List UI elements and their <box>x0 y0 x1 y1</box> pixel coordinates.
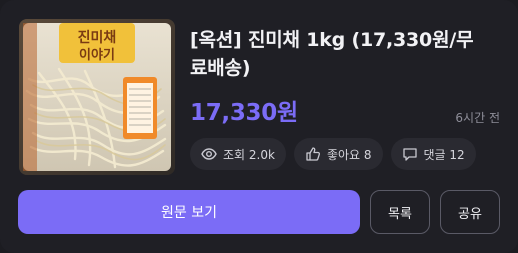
share-button[interactable]: 공유 <box>440 190 500 234</box>
svg-text:진미채: 진미채 <box>78 29 117 46</box>
thumbs-up-icon <box>306 147 320 161</box>
list-button[interactable]: 목록 <box>370 190 430 234</box>
product-thumbnail[interactable]: 진미채 이야기 <box>19 19 175 175</box>
view-original-button[interactable]: 원문 보기 <box>18 190 360 234</box>
likes-stat[interactable]: 좋아요 8 <box>293 138 383 170</box>
product-image: 진미채 이야기 <box>19 19 175 175</box>
views-count: 조회 2.0k <box>223 147 275 162</box>
post-title[interactable]: [옥션] 진미채 1kg (17,330원/무료배송) <box>190 26 490 82</box>
views-stat: 조회 2.0k <box>190 138 286 170</box>
card-actions: 원문 보기 목록 공유 <box>18 190 500 234</box>
likes-count: 좋아요 8 <box>326 147 372 162</box>
comment-icon <box>402 148 417 161</box>
deal-price: 17,330원 <box>190 100 298 126</box>
deal-card: 진미채 이야기 [옥션] 진미채 1kg (17,330원/무료배송) 17,3… <box>0 0 518 253</box>
post-stats: 조회 2.0k 좋아요 8 댓글 12 <box>190 138 476 170</box>
posted-time: 6시간 전 <box>455 111 500 125</box>
thumbnail-brand-text: 이야기 <box>79 47 115 63</box>
comments-count: 댓글 12 <box>423 147 465 162</box>
eye-icon <box>201 148 217 160</box>
comments-stat[interactable]: 댓글 12 <box>390 138 476 170</box>
